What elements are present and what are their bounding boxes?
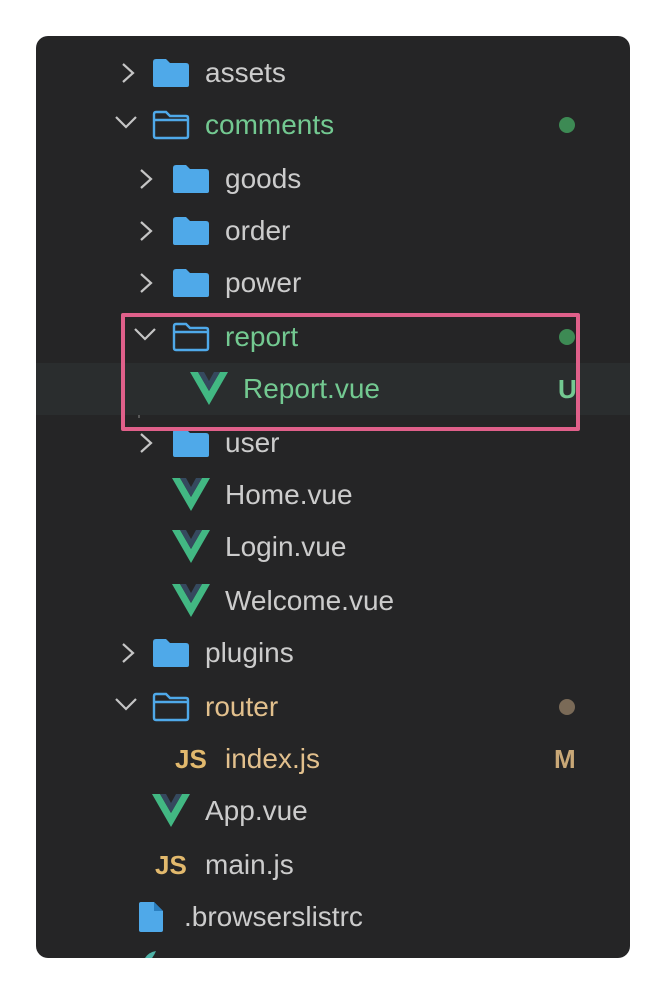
file-icon (138, 891, 178, 943)
folder-icon (172, 257, 212, 309)
vue-icon (172, 469, 212, 521)
tree-item-assets[interactable]: assets (36, 47, 630, 99)
chevron-right-icon[interactable] (120, 47, 144, 99)
tree-item-home-vue[interactable]: Home.vue (36, 469, 630, 521)
leaf-icon (140, 943, 180, 958)
folder-icon (172, 417, 212, 469)
folder-open-icon (172, 311, 212, 363)
tree-item-label: plugins (205, 637, 294, 668)
tree-item-partial[interactable] (36, 943, 630, 958)
untracked-badge: U (558, 374, 577, 404)
tree-item-browserslistrc[interactable]: .browserslistrc (36, 891, 630, 943)
folder-open-icon (152, 99, 192, 151)
vue-icon (172, 575, 212, 627)
tree-item-user[interactable]: user (36, 417, 630, 469)
tree-item-goods[interactable]: goods (36, 153, 630, 205)
chevron-down-icon[interactable] (114, 681, 138, 733)
status-dot (559, 699, 575, 715)
tree-item-report[interactable]: report (36, 311, 630, 363)
tree-item-label: order (225, 215, 291, 246)
tree-item-label: comments (205, 109, 335, 140)
tree-item-label: assets (205, 57, 286, 88)
tree-item-plugins[interactable]: plugins (36, 627, 630, 679)
tree-item-app-vue[interactable]: App.vue (36, 785, 630, 837)
folder-icon (172, 205, 212, 257)
chevron-right-icon[interactable] (120, 627, 144, 679)
tree-item-label: goods (225, 163, 302, 194)
tree-item-index-js[interactable]: JS index.js M (36, 733, 630, 785)
tree-item-label: user (225, 427, 280, 458)
file-explorer: assets comments goods order power report… (36, 36, 630, 958)
tree-item-label: Login.vue (225, 531, 347, 562)
tree-item-label: Home.vue (225, 479, 353, 510)
chevron-down-icon[interactable] (133, 311, 157, 363)
tree-item-report-vue[interactable]: Report.vue U (36, 363, 630, 415)
chevron-right-icon[interactable] (138, 205, 162, 257)
tree-item-login-vue[interactable]: Login.vue (36, 521, 630, 573)
folder-open-icon (152, 681, 192, 733)
tree-item-main-js[interactable]: JS main.js (36, 839, 630, 891)
tree-item-label: App.vue (205, 795, 308, 826)
tree-item-comments[interactable]: comments (36, 99, 630, 151)
tree-item-label: report (225, 321, 299, 352)
tree-item-power[interactable]: power (36, 257, 630, 309)
tree-item-label: router (205, 691, 279, 722)
tree-item-label: .browserslistrc (184, 901, 363, 932)
javascript-icon: JS (175, 744, 207, 774)
folder-icon (172, 153, 212, 205)
folder-icon (152, 627, 192, 679)
modified-badge: M (554, 744, 576, 774)
chevron-right-icon[interactable] (138, 153, 162, 205)
tree-item-label: power (225, 267, 302, 298)
vue-icon (172, 521, 212, 573)
javascript-icon: JS (155, 850, 187, 880)
status-dot (559, 329, 575, 345)
tree-item-router[interactable]: router (36, 681, 630, 733)
tree-item-welcome-vue[interactable]: Welcome.vue (36, 575, 630, 627)
vue-icon (190, 363, 230, 415)
tree-item-order[interactable]: order (36, 205, 630, 257)
chevron-right-icon[interactable] (138, 417, 162, 469)
chevron-right-icon[interactable] (138, 257, 162, 309)
status-dot (559, 117, 575, 133)
chevron-down-icon[interactable] (114, 99, 138, 151)
vue-icon (152, 785, 192, 837)
tree-item-label: main.js (205, 849, 294, 880)
tree-item-label: index.js (225, 743, 320, 774)
tree-item-label: Welcome.vue (225, 585, 395, 616)
tree-item-label: Report.vue (243, 373, 380, 404)
folder-icon (152, 47, 192, 99)
